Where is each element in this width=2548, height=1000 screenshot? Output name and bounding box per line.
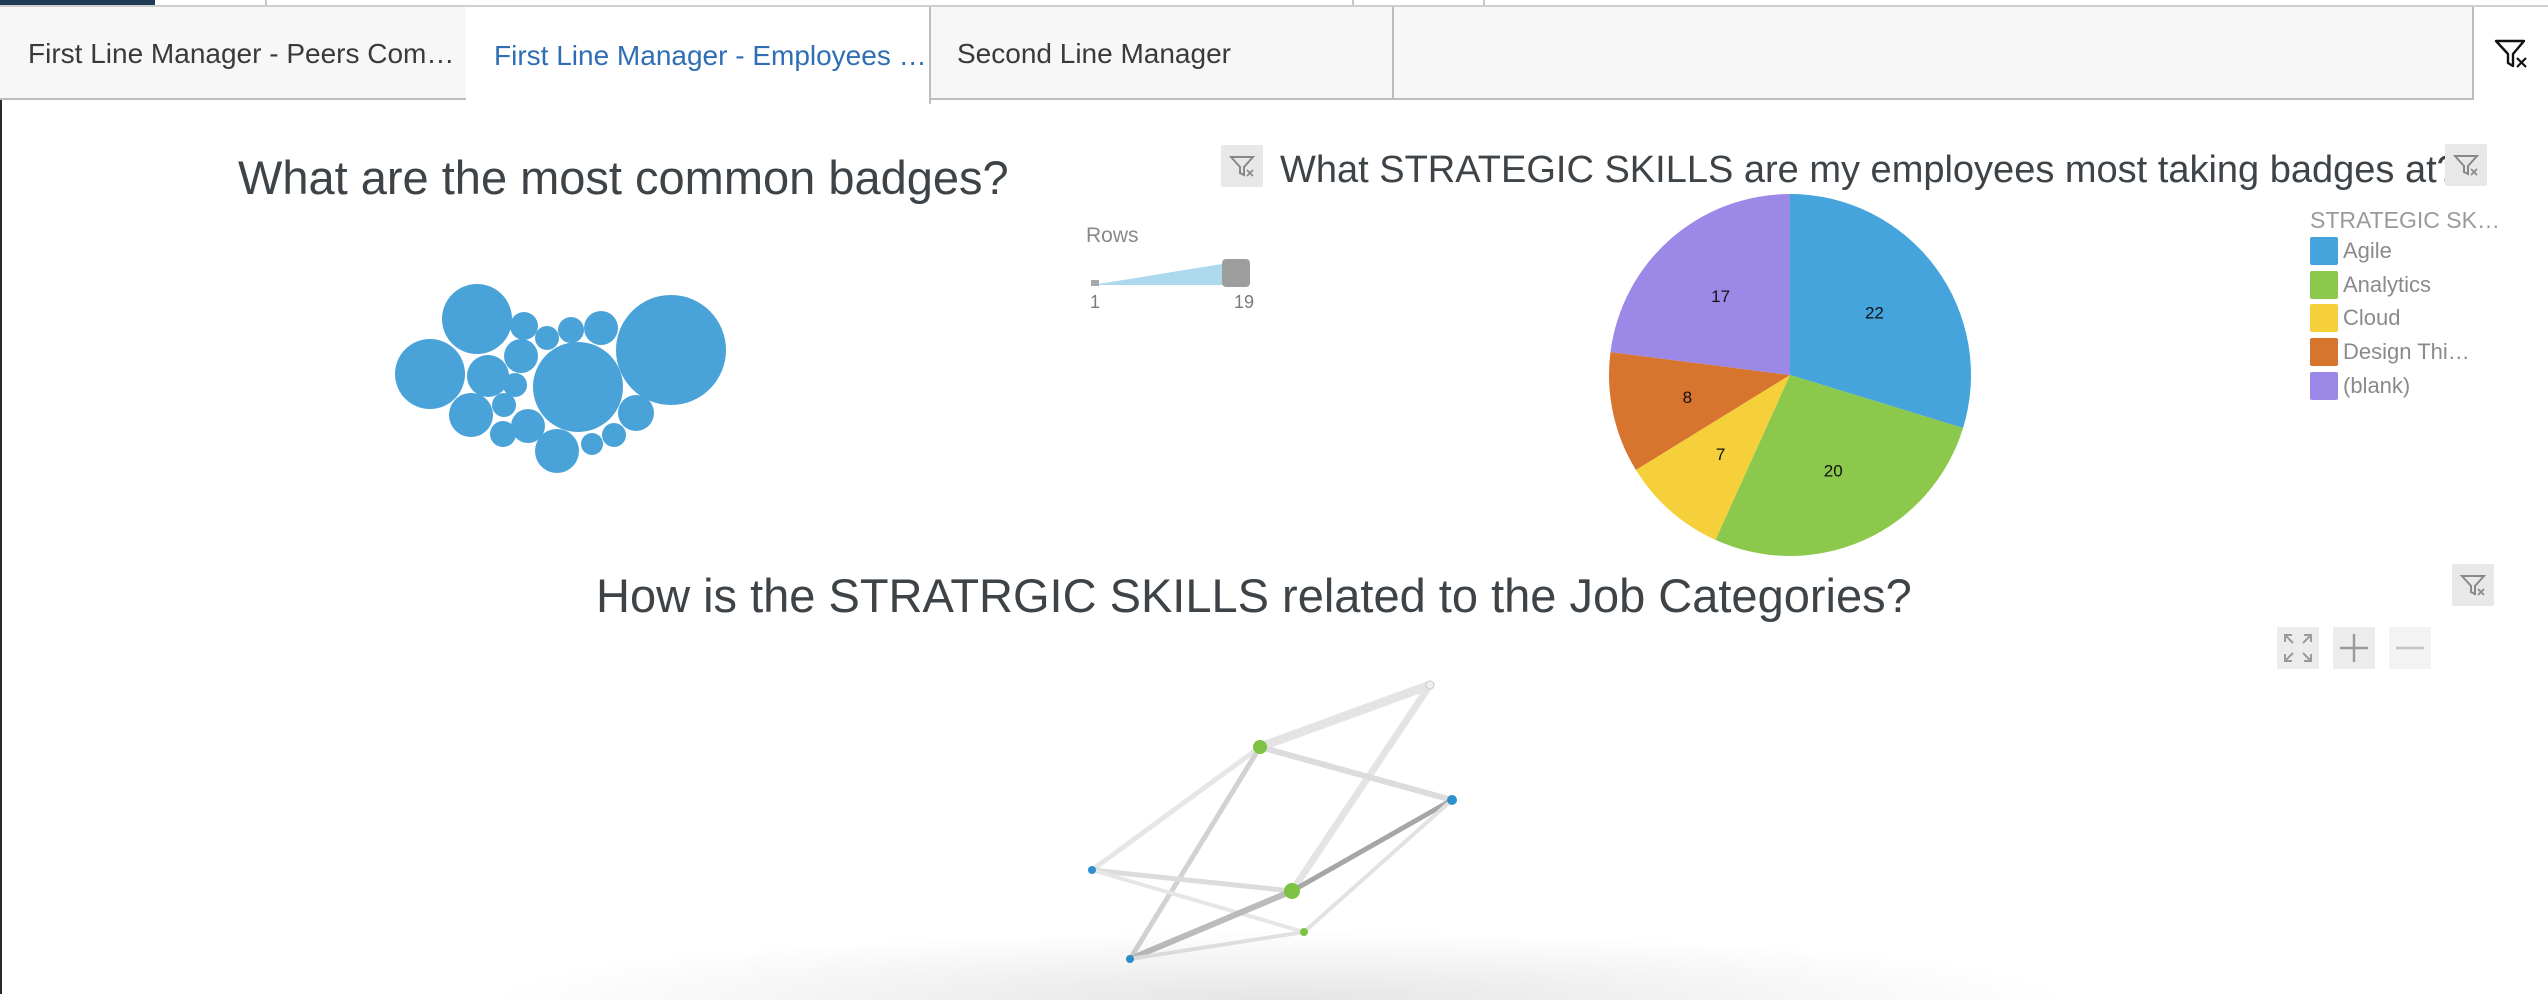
bubble[interactable]	[442, 284, 512, 354]
rows-slider-label: Rows	[1086, 224, 1139, 247]
legend-item-blank[interactable]: (blank)	[2310, 372, 2410, 400]
network-edge	[1127, 744, 1263, 962]
legend-swatch	[2310, 237, 2338, 265]
legend-swatch	[2310, 304, 2338, 332]
filter-icon	[1229, 156, 1255, 177]
network-node[interactable]	[1253, 740, 1267, 754]
relation-chart-title: How is the STRATRGIC SKILLS related to t…	[596, 569, 1912, 622]
relation-filter-button[interactable]	[2452, 564, 2494, 606]
bubble[interactable]	[602, 423, 626, 447]
pie-slice-label: 20	[1824, 462, 1843, 481]
bubble[interactable]	[492, 393, 516, 417]
legend-label: Agile	[2343, 238, 2392, 263]
network-edge	[1089, 744, 1263, 873]
legend-label: Design Thi…	[2343, 339, 2470, 364]
tab-first-line-manager-peers[interactable]: First Line Manager - Peers Com…	[0, 7, 468, 100]
skills-pie-chart[interactable]: 22 20 7 8 17	[1600, 190, 1980, 570]
legend-swatch	[2310, 271, 2338, 299]
pie-slice-label: 17	[1711, 287, 1730, 306]
network-node[interactable]	[1447, 795, 1457, 805]
pie-slice-label: 8	[1683, 388, 1692, 407]
badges-bubble-chart[interactable]	[380, 270, 740, 480]
tab-label: First Line Manager - Employees …	[494, 39, 927, 71]
legend-item-agile[interactable]: Agile	[2310, 237, 2392, 265]
graph-shadow	[480, 930, 2080, 1000]
minus-icon	[2396, 646, 2424, 650]
canvas-edge	[0, 100, 2, 994]
rows-slider-max-handle[interactable]	[1222, 259, 1250, 287]
network-edge	[1289, 797, 1455, 894]
badges-chart-title: What are the most common badges?	[238, 151, 1009, 204]
tab-bar-empty-space	[1392, 7, 2474, 100]
tab-label: Second Line Manager	[957, 37, 1231, 69]
rows-range-slider[interactable]	[1088, 255, 1258, 295]
bubble[interactable]	[504, 339, 538, 373]
skills-job-network-graph[interactable]	[1070, 670, 1490, 970]
filter-icon	[2494, 39, 2527, 68]
pie-slice-label: 7	[1716, 445, 1725, 464]
tab-first-line-manager-employees[interactable]: First Line Manager - Employees …	[466, 7, 931, 104]
filter-icon	[2453, 155, 2479, 176]
legend-swatch	[2310, 338, 2338, 366]
pie-slice[interactable]	[1610, 194, 1790, 375]
bubble[interactable]	[581, 433, 603, 455]
zoom-in-button[interactable]	[2333, 627, 2375, 669]
bubble[interactable]	[467, 355, 509, 397]
expand-icon	[2284, 634, 2312, 662]
bubble[interactable]	[584, 311, 618, 345]
legend-item-design-thinking[interactable]: Design Thi…	[2310, 338, 2470, 366]
legend-swatch	[2310, 372, 2338, 400]
legend-label: (blank)	[2343, 373, 2411, 398]
bubble[interactable]	[535, 326, 559, 350]
legend-title: STRATEGIC SK…	[2310, 207, 2500, 233]
rows-slider-max: 19	[1234, 292, 1255, 312]
badges-filter-button[interactable]	[1221, 145, 1263, 187]
bubble[interactable]	[510, 312, 538, 340]
tab-bar: First Line Manager - Peers Com… First Li…	[0, 5, 2548, 104]
tab-second-line-manager[interactable]: Second Line Manager	[929, 7, 1394, 100]
legend-label: Analytics	[2343, 272, 2432, 297]
bubble[interactable]	[618, 395, 654, 431]
network-node[interactable]	[1425, 680, 1435, 690]
global-filter-button[interactable]	[2472, 7, 2548, 100]
bubble[interactable]	[533, 342, 623, 432]
legend-item-analytics[interactable]: Analytics	[2310, 271, 2431, 299]
plus-icon	[2340, 634, 2368, 662]
rows-slider-min-handle[interactable]	[1091, 280, 1099, 286]
fit-to-view-button[interactable]	[2277, 627, 2319, 669]
network-node[interactable]	[1284, 883, 1300, 899]
tab-label: First Line Manager - Peers Com…	[28, 37, 455, 69]
bubble[interactable]	[490, 421, 516, 447]
bubble[interactable]	[395, 339, 465, 409]
network-edge	[1302, 798, 1454, 934]
network-node[interactable]	[1088, 866, 1096, 874]
bubble[interactable]	[511, 409, 545, 443]
skills-chart-title: What STRATEGIC SKILLS are my employees m…	[1280, 149, 2458, 191]
bubble[interactable]	[558, 317, 584, 343]
bubble[interactable]	[449, 393, 493, 437]
rows-slider-track	[1092, 263, 1228, 285]
legend-item-cloud[interactable]: Cloud	[2310, 304, 2400, 332]
network-edge	[1255, 680, 1435, 752]
skills-filter-button[interactable]	[2445, 144, 2487, 186]
filter-icon	[2460, 575, 2486, 596]
legend-label: Cloud	[2343, 305, 2401, 330]
bubble[interactable]	[616, 295, 726, 405]
zoom-out-button[interactable]	[2389, 627, 2431, 669]
pie-slice-label: 22	[1865, 304, 1884, 323]
rows-slider-min: 1	[1090, 292, 1101, 312]
